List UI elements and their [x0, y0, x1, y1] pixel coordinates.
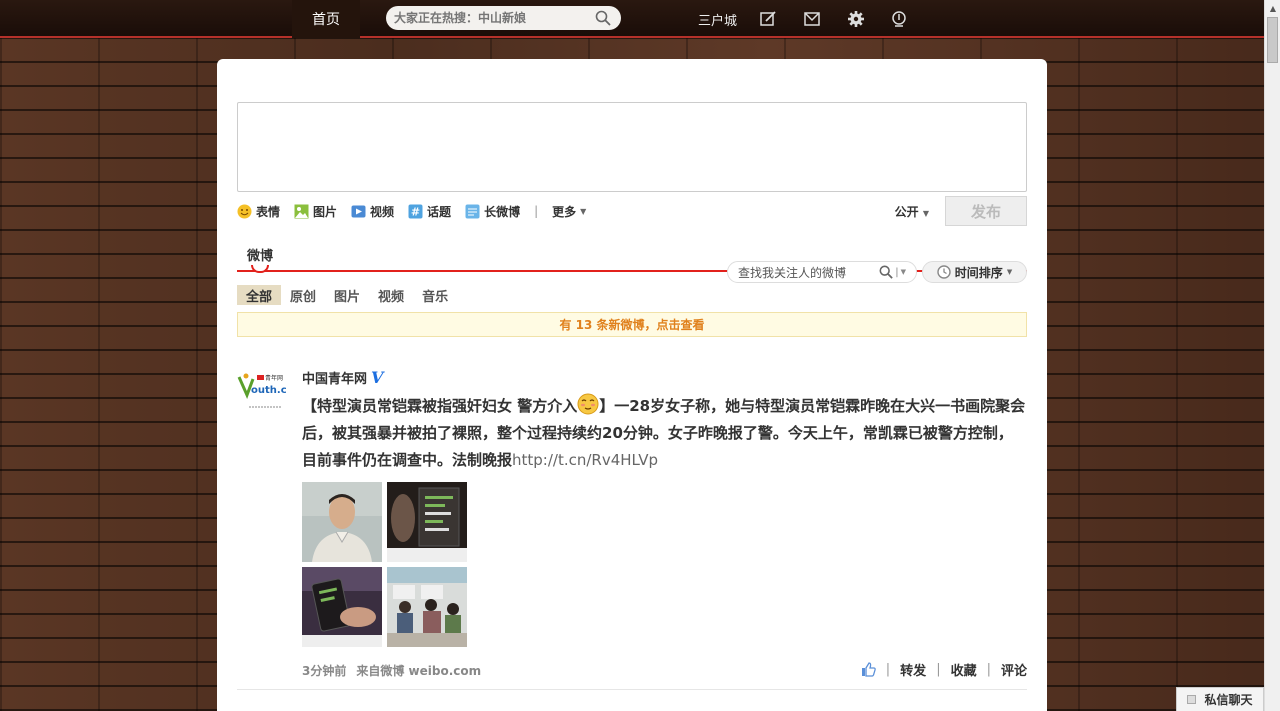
- divider: |: [895, 266, 899, 278]
- toolbar-divider: |: [534, 204, 539, 218]
- post-composer-textarea[interactable]: [237, 102, 1027, 192]
- shy-face-icon: [577, 393, 599, 415]
- follow-search-placeholder: 查找我关注人的微博: [738, 265, 847, 280]
- privacy-label: 公开: [894, 204, 919, 219]
- post-image-1[interactable]: [302, 482, 382, 562]
- post-author-name: 中国青年网: [302, 372, 368, 387]
- global-search-input[interactable]: [394, 11, 589, 25]
- video-icon: [351, 205, 366, 217]
- svg-text:#: #: [411, 205, 420, 218]
- publish-area: 公开 ▼ 发布: [895, 196, 1027, 226]
- tool-long-post-label: 长微博: [484, 204, 521, 219]
- tool-emoji-label: 表情: [256, 204, 281, 219]
- app-icon[interactable]: [890, 10, 908, 28]
- sort-label: 时间排序: [954, 265, 1003, 280]
- tool-topic-label: 话题: [427, 204, 452, 219]
- tool-image[interactable]: 图片: [294, 203, 337, 220]
- long-post-icon: [465, 204, 480, 218]
- post-content: 【特型演员常铠霖被指强奸妇女 警方介入 】一28岁女子称，她与特型演员常铠霖昨晚在…: [302, 393, 1027, 474]
- new-posts-notice[interactable]: 有 13 条新微博，点击查看: [237, 312, 1027, 337]
- post-button[interactable]: 发布: [945, 196, 1027, 226]
- mail-icon[interactable]: [803, 10, 821, 28]
- follow-search-input[interactable]: 查找我关注人的微博 | ▼: [727, 261, 917, 283]
- divider: |: [885, 662, 891, 677]
- feed-post: 青年网 outh.cn 中国青年网 V 【特型演员常铠霖被指强奸妇女 警方介入】…: [237, 364, 1027, 690]
- top-nav-bar: 首页 三户城: [0, 0, 1264, 38]
- main-panel: 表情 图片 视频 # 话题 长微博 | 更多 ▼ 公开 ▼ 发布 微博 查找我关…: [217, 59, 1047, 711]
- privacy-selector[interactable]: 公开 ▼: [895, 203, 929, 220]
- gear-icon[interactable]: [847, 10, 865, 28]
- divider: |: [936, 662, 941, 677]
- svg-text:outh.cn: outh.cn: [251, 385, 287, 396]
- subtab-original[interactable]: 原创: [281, 285, 325, 305]
- post-text-head: 【特型演员常铠霖被指强奸妇女 警方介入: [302, 397, 578, 415]
- topic-icon: #: [408, 204, 423, 218]
- chevron-down-icon: ▼: [922, 208, 929, 218]
- sort-button[interactable]: 时间排序 ▼: [922, 261, 1027, 283]
- edit-icon[interactable]: [759, 10, 777, 28]
- private-chat-tab[interactable]: 私信聊天: [1176, 687, 1264, 711]
- global-search[interactable]: [386, 6, 621, 30]
- follow-search-controls: | ▼: [879, 265, 906, 279]
- favorite-button[interactable]: 收藏: [951, 660, 977, 679]
- subtab-music[interactable]: 音乐: [413, 285, 457, 305]
- tab-notch: [251, 265, 269, 273]
- subtab-video[interactable]: 视频: [369, 285, 413, 305]
- tool-more-label: 更多: [552, 204, 577, 219]
- divider: |: [986, 662, 991, 677]
- svg-text:青年网: 青年网: [265, 374, 283, 382]
- feed-filter-tabs: 全部 原创 图片 视频 音乐: [237, 285, 457, 305]
- subtab-image[interactable]: 图片: [325, 285, 369, 305]
- tool-emoji[interactable]: 表情: [237, 203, 280, 220]
- scroll-thumb[interactable]: [1267, 17, 1278, 63]
- tool-video[interactable]: 视频: [351, 203, 394, 220]
- image-icon: [294, 204, 309, 218]
- tab-weibo[interactable]: 微博: [247, 245, 273, 264]
- comment-button[interactable]: 评论: [1001, 660, 1027, 679]
- clock-icon: [937, 265, 951, 279]
- scroll-up-icon[interactable]: ▲: [1265, 0, 1280, 16]
- chevron-down-icon[interactable]: ▼: [901, 268, 906, 276]
- tool-video-label: 视频: [370, 204, 395, 219]
- post-images: [302, 482, 467, 647]
- composer-toolbar: 表情 图片 视频 # 话题 长微博 | 更多 ▼: [237, 201, 586, 221]
- post-author[interactable]: 中国青年网 V: [302, 368, 383, 387]
- post-meta: 3分钟前 来自微博 weibo.com: [302, 662, 481, 679]
- chat-label: 私信聊天: [1204, 693, 1253, 707]
- search-icon[interactable]: [879, 265, 893, 279]
- post-time[interactable]: 3分钟前: [302, 662, 346, 679]
- page-scrollbar[interactable]: ▲: [1264, 0, 1280, 711]
- tool-image-label: 图片: [313, 204, 338, 219]
- tool-more[interactable]: 更多 ▼: [552, 203, 586, 220]
- chat-status-icon: [1187, 695, 1197, 704]
- tool-long-post[interactable]: 长微博: [465, 203, 520, 220]
- post-link[interactable]: http://t.cn/Rv4HLVp: [512, 451, 658, 469]
- post-image-2[interactable]: [387, 482, 467, 562]
- subtab-all[interactable]: 全部: [237, 285, 282, 305]
- post-actions: | 转发 | 收藏 | 评论: [861, 660, 1027, 679]
- nav-home-link[interactable]: 首页: [292, 0, 360, 38]
- post-source[interactable]: 来自微博 weibo.com: [356, 662, 481, 679]
- chevron-down-icon: ▼: [1006, 268, 1013, 276]
- like-icon[interactable]: [861, 662, 876, 677]
- nav-app-link[interactable]: 三户城: [698, 0, 737, 38]
- search-icon[interactable]: [595, 10, 611, 26]
- verified-badge[interactable]: V: [371, 368, 383, 387]
- emoji-icon: [237, 204, 252, 218]
- chevron-down-icon: ▼: [580, 206, 587, 216]
- tool-topic[interactable]: # 话题: [408, 203, 451, 220]
- repost-button[interactable]: 转发: [900, 660, 926, 679]
- post-image-3[interactable]: [302, 567, 382, 647]
- post-image-4[interactable]: [387, 567, 467, 647]
- avatar[interactable]: 青年网 outh.cn: [237, 369, 287, 419]
